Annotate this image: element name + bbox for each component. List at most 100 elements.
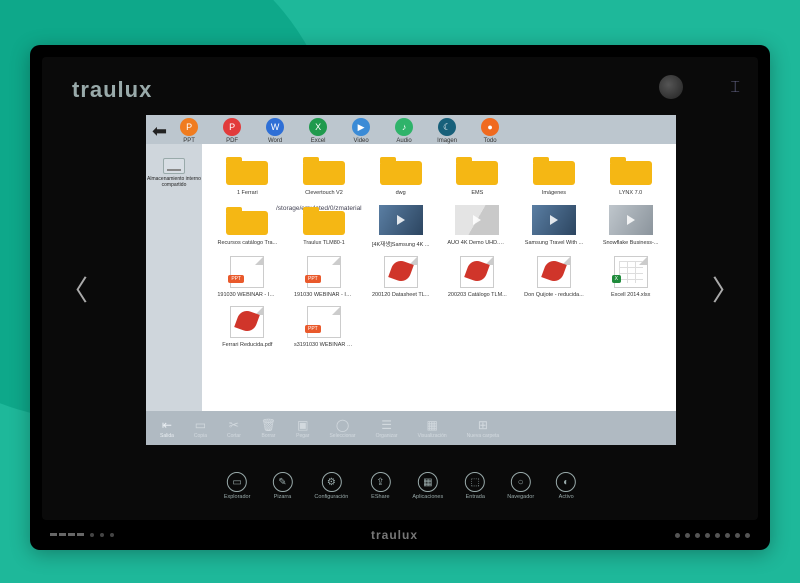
action-label: Borrar bbox=[262, 433, 276, 439]
file-name: Don Quijote - reducida... bbox=[524, 292, 584, 298]
dock-icon: ▭ bbox=[227, 472, 247, 492]
file-item[interactable]: EMS bbox=[442, 152, 513, 196]
pdf-file-icon bbox=[230, 306, 264, 338]
filter-icon: ☾ bbox=[438, 118, 456, 136]
action-copia[interactable]: ▭Copia bbox=[194, 418, 207, 439]
file-item[interactable]: Recursos catálogo Tra... bbox=[212, 202, 283, 248]
filter-audio[interactable]: ♪Audio bbox=[390, 118, 418, 144]
file-item[interactable]: PPTs3191030 WEBINAR - ... bbox=[289, 304, 360, 348]
device-frame: traulux ⌶ 〈 〉 ⬅ PPPTPPDFWWordXExcel▶Vide… bbox=[30, 45, 770, 550]
dock-label: Activo bbox=[559, 494, 574, 500]
xls-file-icon: X bbox=[614, 256, 648, 288]
file-item[interactable]: PPT191030 WEBINAR - IN... bbox=[212, 254, 283, 298]
disk-icon bbox=[163, 158, 185, 174]
file-item[interactable]: dwg bbox=[365, 152, 436, 196]
video-thumbnail-icon bbox=[609, 205, 653, 235]
brand-logo-bottom: traulux bbox=[371, 528, 418, 542]
action-icon: ✂ bbox=[229, 418, 239, 432]
filter-excel[interactable]: XExcel bbox=[304, 118, 332, 144]
action-icon: ☰ bbox=[381, 418, 392, 432]
file-name: 200203 Catálogo TLM... bbox=[447, 292, 507, 298]
file-item[interactable]: 200203 Catálogo TLM... bbox=[442, 254, 513, 298]
file-item[interactable]: Ferrari Reducida.pdf bbox=[212, 304, 283, 348]
dock-explorador[interactable]: ▭Explorador bbox=[224, 472, 251, 500]
dock-aplicaciones[interactable]: ▦ Aplicaciones bbox=[412, 472, 443, 500]
action-cortar[interactable]: ✂Cortar bbox=[227, 418, 241, 439]
file-name: Samsung Travel With ... bbox=[524, 240, 584, 246]
action-salida[interactable]: ⇤Salida bbox=[160, 418, 174, 439]
file-item[interactable]: Clevertouch V2 bbox=[289, 152, 360, 196]
folder-icon bbox=[380, 155, 422, 185]
file-name: dwg bbox=[371, 190, 431, 196]
file-name: 1 Ferrari bbox=[217, 190, 277, 196]
dock-icon: ▦ bbox=[418, 472, 438, 492]
ppt-file-icon: PPT bbox=[230, 256, 264, 288]
file-item[interactable]: Samsung Travel With ... bbox=[519, 202, 590, 248]
back-icon[interactable]: ⬅ bbox=[152, 121, 167, 142]
next-arrow-icon[interactable]: 〉 bbox=[712, 269, 740, 309]
file-manager-window: ⬅ PPPTPPDFWWordXExcel▶Video♪Audio☾Imagen… bbox=[146, 115, 676, 445]
filter-icon: ♪ bbox=[395, 118, 413, 136]
internal-storage-drive[interactable]: Almacenamiento interno compartido bbox=[146, 158, 202, 188]
file-item[interactable]: LYNX 7.0 bbox=[595, 152, 666, 196]
action-nueva-carpeta[interactable]: ⊞Nueva carpeta bbox=[467, 418, 500, 439]
file-item[interactable]: X Excell 2014.xlsx bbox=[595, 254, 666, 298]
file-item[interactable]: Snowflake Business-... bbox=[595, 202, 666, 248]
file-item[interactable]: [4K재생]Samsung 4K ... bbox=[365, 202, 436, 248]
action-label: Organizar bbox=[376, 433, 398, 439]
display-mode-icon[interactable]: ⌶ bbox=[730, 79, 740, 97]
filter-video[interactable]: ▶Video bbox=[347, 118, 375, 144]
file-item[interactable]: PPT191030 WEBINAR - IN... bbox=[289, 254, 360, 298]
file-name: Snowflake Business-... bbox=[601, 240, 661, 246]
filter-imagen[interactable]: ☾Imagen bbox=[433, 118, 461, 144]
file-item[interactable]: 200120 Datasheet TL... bbox=[365, 254, 436, 298]
filter-pdf[interactable]: PPDF bbox=[218, 118, 246, 144]
file-name: Ferrari Reducida.pdf bbox=[217, 342, 277, 348]
filter-icon: X bbox=[309, 118, 327, 136]
action-icon: ▭ bbox=[195, 418, 206, 432]
filter-word[interactable]: WWord bbox=[261, 118, 289, 144]
prev-arrow-icon[interactable]: 〈 bbox=[60, 269, 88, 309]
dock-eshare[interactable]: ⇪EShare bbox=[370, 472, 390, 500]
dock-navegador[interactable]: ○Navegador bbox=[507, 472, 534, 500]
file-item[interactable]: Imágenes bbox=[519, 152, 590, 196]
action-label: Copia bbox=[194, 433, 207, 439]
filter-todo[interactable]: ●Todo bbox=[476, 118, 504, 144]
action-visualización[interactable]: ▦Visualización bbox=[418, 418, 447, 439]
file-item[interactable]: Don Quijote - reducida... bbox=[519, 254, 590, 298]
action-label: Cortar bbox=[227, 433, 241, 439]
indicator-left bbox=[50, 533, 114, 537]
system-dock: ▭Explorador ✎Pizarra ⚙Configuración ⇪EShare… bbox=[224, 472, 576, 500]
folder-icon bbox=[610, 155, 652, 185]
dock-label: Pizarra bbox=[274, 494, 291, 500]
storage-sidebar: Almacenamiento interno compartido bbox=[146, 144, 202, 411]
dock-pizarra[interactable]: ✎Pizarra bbox=[272, 472, 292, 500]
action-label: Salida bbox=[160, 433, 174, 439]
action-icon: ⊞ bbox=[478, 418, 488, 432]
file-item[interactable]: 1 Ferrari bbox=[212, 152, 283, 196]
dock-label: Aplicaciones bbox=[412, 494, 443, 500]
dock-configuración[interactable]: ⚙Configuración bbox=[314, 472, 348, 500]
file-name: Excell 2014.xlsx bbox=[601, 292, 661, 298]
dock-activo[interactable]: ◐Activo bbox=[556, 472, 576, 500]
filter-icon: ● bbox=[481, 118, 499, 136]
action-seleccionar[interactable]: ◯Seleccionar bbox=[329, 418, 355, 439]
dock-icon: ⇪ bbox=[370, 472, 390, 492]
action-label: Nueva carpeta bbox=[467, 433, 500, 439]
action-icon: ▦ bbox=[426, 418, 437, 432]
filter-ppt[interactable]: PPPT bbox=[175, 118, 203, 144]
filter-icon: P bbox=[223, 118, 241, 136]
filter-icon: W bbox=[266, 118, 284, 136]
action-icon: 🗑 bbox=[261, 418, 276, 432]
action-borrar[interactable]: 🗑Borrar bbox=[261, 418, 276, 439]
action-icon: ◯ bbox=[336, 418, 349, 432]
action-organizar[interactable]: ☰Organizar bbox=[376, 418, 398, 439]
ppt-file-icon: PPT bbox=[307, 306, 341, 338]
file-grid-area: 1 Ferrari Clevertouch V2 dwg EMSImágenesLYN… bbox=[202, 144, 676, 411]
filter-bar: ⬅ PPPT PPDF WWord XExcel ▶Video ♪Audio ☾Imagen… bbox=[146, 115, 676, 144]
file-item[interactable]: AUO 4K Demo UHD.mp4 bbox=[442, 202, 513, 248]
action-pegar[interactable]: ▣Pegar bbox=[296, 418, 309, 439]
folder-icon bbox=[226, 155, 268, 185]
action-label: Seleccionar bbox=[329, 433, 355, 439]
dock-entrada[interactable]: ⬚Entrada bbox=[465, 472, 485, 500]
